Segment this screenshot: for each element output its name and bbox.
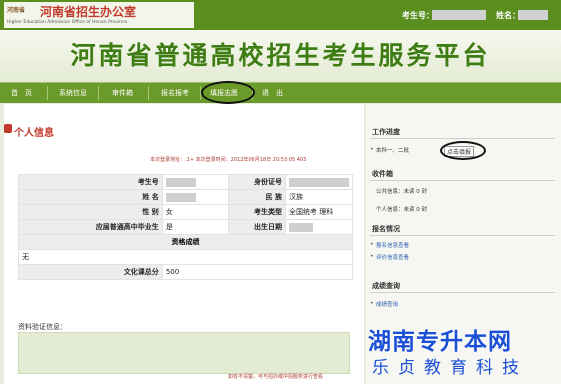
logo-emblem: 河南省 bbox=[7, 7, 26, 14]
table-row: 应届普通高中毕业生 是 出生日期 bbox=[18, 219, 353, 235]
highlight-circle bbox=[440, 141, 486, 160]
table-row: 性 别 女 考生类型 全国统考 理科 bbox=[18, 204, 353, 220]
gender-value: 女 bbox=[161, 204, 230, 220]
candidate-number-label: 考生号 bbox=[18, 174, 163, 190]
nav-system-info[interactable]: 系统信息 bbox=[59, 88, 87, 98]
watermark-subtitle: 乐贞教育科技 bbox=[372, 358, 528, 378]
name-value bbox=[161, 189, 230, 205]
divider bbox=[370, 292, 555, 293]
exam-type-value: 全国统考 理科 bbox=[285, 204, 353, 220]
exam-type-label: 考生类型 bbox=[228, 204, 286, 220]
table-row: 姓 名 民 族 汉族 bbox=[18, 189, 353, 205]
candidate-number-value bbox=[161, 174, 230, 190]
nav-registration[interactable]: 报名报考 bbox=[161, 88, 189, 98]
qualification-value: 无 bbox=[18, 249, 353, 265]
birth-date-label: 出生日期 bbox=[228, 219, 286, 235]
table-row: 无 bbox=[18, 249, 353, 265]
personal-info-table: 考生号 身份证号 姓 名 民 族 汉族 性 别 女 考生类型 全国统考 理科 应… bbox=[18, 174, 354, 280]
table-row: 资格成绩 bbox=[18, 234, 353, 250]
bullet-icon: • bbox=[370, 241, 374, 248]
candidate-number-redacted bbox=[432, 10, 486, 20]
highlight-circle bbox=[201, 81, 255, 104]
table-row: 考生号 身份证号 bbox=[18, 174, 353, 190]
nav-separator bbox=[148, 86, 149, 100]
watermark-title: 湖南专升本网 bbox=[368, 329, 512, 355]
person-icon bbox=[4, 124, 12, 133]
gender-label: 性 别 bbox=[18, 204, 163, 220]
user-name-redacted bbox=[518, 10, 548, 20]
redacted-value bbox=[289, 177, 349, 187]
section-title: 个人信息 bbox=[14, 128, 54, 139]
logo: 河南省 河南省招生办公室 Higher Education Admission … bbox=[4, 2, 194, 28]
inbox-heading: 收件箱 bbox=[372, 170, 393, 178]
personal-messages[interactable]: 个人信息：未读 0 封 bbox=[376, 205, 427, 213]
main-nav: 首 页 系统信息 审件箱 报名报考 填报志愿 退 出 bbox=[0, 82, 561, 103]
user-name-label: 姓名： bbox=[496, 11, 520, 20]
nav-inbox[interactable]: 审件箱 bbox=[112, 88, 133, 98]
score-query-heading: 成绩查询 bbox=[372, 282, 400, 290]
bullet-icon: • bbox=[370, 253, 374, 260]
evaluation-info-link[interactable]: 评价信息查看 bbox=[376, 253, 409, 261]
total-score-label: 文化课总分 bbox=[18, 264, 163, 280]
divider bbox=[370, 235, 555, 236]
id-number-value bbox=[285, 174, 353, 190]
nav-home[interactable]: 首 页 bbox=[11, 88, 32, 98]
nav-separator bbox=[98, 86, 99, 100]
bullet-icon: • bbox=[370, 146, 374, 153]
verify-label: 资料验证信息： bbox=[18, 323, 67, 331]
graduate-value: 是 bbox=[161, 219, 230, 235]
table-row: 文化课总分 500 bbox=[18, 264, 354, 280]
redacted-value bbox=[289, 222, 313, 232]
score-query-link[interactable]: 成绩查询 bbox=[376, 300, 398, 308]
login-info: 本次登录地址：:1+ 本次登录时间：2012年06月18日 20:53:05 4… bbox=[150, 157, 307, 163]
logo-title: 河南省招生办公室 bbox=[40, 5, 137, 19]
divider bbox=[370, 138, 555, 139]
bullet-icon: • bbox=[370, 300, 374, 307]
graduate-label: 应届普通高中毕业生 bbox=[18, 219, 163, 235]
name-label: 姓 名 bbox=[18, 189, 163, 205]
verify-box bbox=[18, 332, 350, 374]
id-number-label: 身份证号 bbox=[228, 174, 286, 190]
total-score-value: 500 bbox=[161, 264, 354, 280]
page: 河南省 河南省招生办公室 Higher Education Admission … bbox=[0, 0, 561, 384]
qualification-header: 资格成绩 bbox=[18, 234, 353, 250]
ethnicity-value: 汉族 bbox=[285, 189, 353, 205]
candidate-number-label: 考生号： bbox=[402, 11, 434, 20]
nav-separator bbox=[47, 86, 48, 100]
redacted-value bbox=[165, 192, 196, 202]
registration-heading: 报名情况 bbox=[372, 225, 400, 233]
work-progress-heading: 工作进度 bbox=[372, 128, 400, 136]
divider bbox=[370, 180, 555, 181]
ethnicity-label: 民 族 bbox=[228, 189, 286, 205]
redacted-value bbox=[165, 177, 196, 187]
progress-item: 本科一、二批 bbox=[376, 148, 410, 154]
nav-logout[interactable]: 退 出 bbox=[262, 88, 283, 98]
registration-info-link[interactable]: 报名信息查看 bbox=[376, 241, 409, 249]
logo-subtitle: Higher Education Admission Office of Hen… bbox=[7, 20, 128, 25]
public-messages[interactable]: 公共信息：未读 0 封 bbox=[376, 187, 427, 195]
birth-date-value bbox=[285, 219, 353, 235]
banner-title: 河南省普通高校招生考生服务平台 bbox=[70, 41, 491, 70]
footer-note: 如有不清楚，可与招办或中招服务进行查看 bbox=[228, 374, 324, 380]
